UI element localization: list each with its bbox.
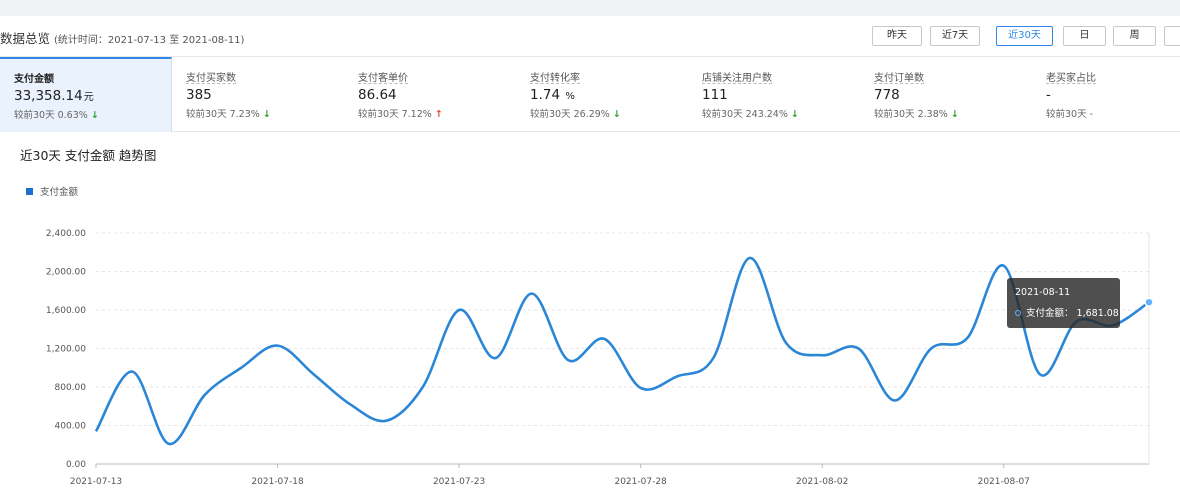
data-point [1144,297,1154,307]
y-tick-label: 1,200.00 [46,345,86,355]
data-point [530,292,534,296]
y-tick-label: 1,600.00 [46,306,86,316]
data-point [493,356,497,360]
data-point [312,372,316,376]
y-tick-label: 0.00 [66,460,86,470]
series-line-payment-amount [94,256,1150,446]
y-tick-label: 2,400.00 [46,229,86,239]
data-point [929,347,933,351]
data-point [748,256,752,260]
data-point [421,385,425,389]
data-point [276,344,280,348]
tooltip-label: 支付金额： [1026,308,1074,319]
data-point [94,429,98,433]
tooltip-value: 1,681.08 [1076,308,1119,319]
y-tick-label: 400.00 [55,422,87,432]
data-point [130,370,134,374]
data-point [384,419,388,423]
tooltip-dot-icon [1015,310,1021,316]
data-point [639,386,643,390]
data-point [566,358,570,362]
data-point [239,366,243,370]
x-tick-label: 2021-07-23 [433,477,485,487]
x-tick-label: 2021-08-02 [796,477,848,487]
chart-tooltip: 2021-08-11 支付金额： 1,681.08 [1007,278,1120,328]
data-point [203,393,207,397]
y-tick-label: 2,000.00 [46,268,86,278]
x-tick-label: 2021-08-07 [978,477,1030,487]
data-point [348,402,352,406]
data-point [1038,372,1042,376]
data-point [893,398,897,402]
x-tick-label: 2021-07-18 [251,477,304,487]
data-point [1002,264,1006,268]
x-tick-label: 2021-07-28 [614,477,667,487]
data-point [711,356,715,360]
data-point [820,353,824,357]
data-point [675,374,679,378]
x-tick-label: 2021-07-13 [70,477,122,487]
data-point [602,337,606,341]
data-point [857,347,861,351]
data-point [784,341,788,345]
trend-chart[interactable]: 0.00 400.00 800.00 1,200.00 1,600.00 2,000.00… [0,0,1180,502]
data-point [167,442,171,446]
y-tick-label: 800.00 [55,383,87,393]
data-point [457,308,461,312]
tooltip-date: 2021-08-11 [1015,287,1071,298]
data-point [965,336,969,340]
